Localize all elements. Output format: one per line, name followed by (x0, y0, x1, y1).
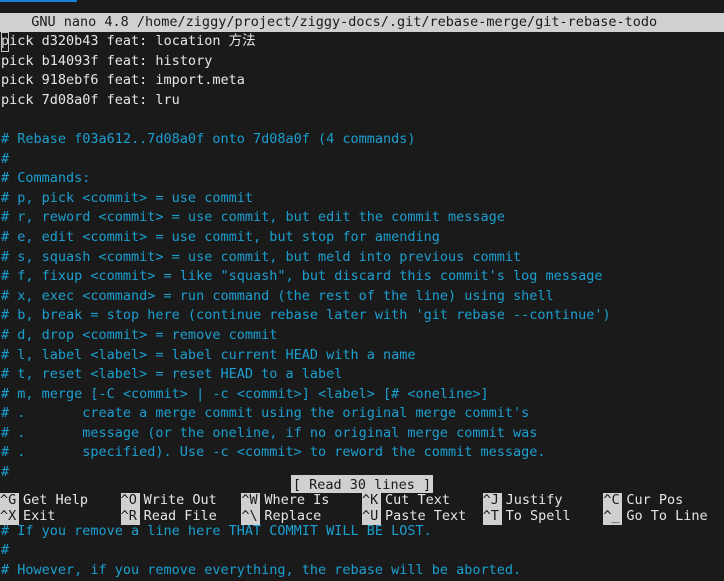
shortcut-write-out[interactable]: ^O Write Out (120, 493, 242, 509)
editor-line[interactable]: pick 7d08a0f feat: lru (0, 91, 724, 111)
editor-line[interactable]: # (0, 541, 724, 561)
editor-line[interactable]: # e, edit <commit> = use commit, but sto… (0, 228, 724, 248)
editor-line[interactable]: # However, if you remove everything, the… (0, 561, 724, 581)
shortcut-key: ^_ (603, 509, 623, 525)
nano-editor-window: GNU nano 4.8 /home/ziggy/project/ziggy-d… (0, 0, 724, 578)
editor-line[interactable]: # t, reset <label> = reset HEAD to a lab… (0, 365, 724, 385)
editor-line[interactable]: # b, break = stop here (continue rebase … (0, 306, 724, 326)
editor-line[interactable]: # s, squash <commit> = use commit, but m… (0, 248, 724, 268)
shortcut-key: ^C (603, 493, 623, 509)
shortcut-bar: ^G Get Help ^O Write Out ^W Where Is ^K Cut Tex… (0, 493, 724, 525)
editor-line[interactable]: # p, pick <commit> = use commit (0, 189, 724, 209)
shortcut-label: Where Is (264, 493, 330, 509)
shortcut-where-is[interactable]: ^W Where Is (241, 493, 362, 509)
shortcut-key: ^X (0, 509, 19, 525)
shortcut-replace[interactable]: ^\ Replace (241, 509, 362, 525)
shortcut-label: Justify (505, 493, 563, 509)
shortcut-label: Exit (23, 509, 56, 525)
shortcut-label: To Spell (505, 509, 571, 525)
editor-line[interactable]: pick d320b43 feat: location 方法 (0, 32, 724, 52)
shortcut-label: Cur Pos (626, 493, 684, 509)
shortcut-justify[interactable]: ^J Justify (482, 493, 604, 509)
shortcut-key: ^K (361, 493, 381, 509)
shortcut-key: ^R (120, 509, 140, 525)
shortcut-label: Paste Text (384, 509, 467, 525)
editor-line[interactable] (0, 110, 724, 130)
title-bar-text: GNU nano 4.8 /home/ziggy/project/ziggy-d… (15, 13, 658, 30)
editor-line[interactable]: pick 918ebf6 feat: import.meta (0, 71, 724, 91)
shortcut-key: ^G (0, 493, 19, 509)
shortcut-label: Cut Text (384, 493, 451, 509)
editor-line[interactable]: # . message (or the oneline, if no origi… (0, 424, 724, 444)
shortcut-label: Read File (143, 509, 217, 525)
editor-line[interactable]: # . create a merge commit using the orig… (0, 404, 724, 424)
editor-line[interactable]: # r, reword <commit> = use commit, but e… (0, 208, 724, 228)
editor-line[interactable]: # . specified). Use -c <commit> to rewor… (0, 443, 724, 463)
shortcut-key: ^O (120, 493, 140, 509)
editor-line[interactable]: # f, fixup <commit> = like "squash", but… (0, 267, 724, 287)
editor-line[interactable]: pick b14093f feat: history (0, 52, 724, 72)
editor-line[interactable]: # Commands: (0, 169, 724, 189)
editor-line[interactable]: # (0, 150, 724, 170)
shortcut-read-file[interactable]: ^R Read File (120, 509, 242, 525)
shortcut-get-help[interactable]: ^G Get Help (0, 493, 121, 509)
shortcut-key: ^U (361, 509, 381, 525)
shortcut-key: ^J (482, 493, 502, 509)
shortcut-exit[interactable]: ^X Exit (0, 509, 121, 525)
shortcut-cut-text[interactable]: ^K Cut Text (361, 493, 483, 509)
editor-line[interactable]: # x, exec <command> = run command (the r… (0, 287, 724, 307)
tab-strip (0, 0, 724, 12)
editor-line[interactable]: # Rebase f03a612..7d08a0f onto 7d08a0f (… (0, 130, 724, 150)
editor-line[interactable]: # l, label <label> = label current HEAD … (0, 346, 724, 366)
active-tab-indicator (0, 0, 77, 2)
shortcut-paste-text[interactable]: ^U Paste Text (361, 509, 483, 525)
shortcut-cur-pos[interactable]: ^C Cur Pos (603, 493, 724, 509)
shortcut-to-spell[interactable]: ^T To Spell (482, 509, 604, 525)
shortcut-label: Replace (264, 509, 322, 525)
text-cursor: p (1, 32, 10, 52)
shortcut-label: Write Out (143, 493, 217, 509)
shortcut-key: ^W (241, 493, 261, 509)
editor-line[interactable]: # m, merge [-C <commit> | -c <commit>] <… (0, 385, 724, 405)
shortcut-label: Go To Line (626, 509, 708, 525)
editor-text-area[interactable]: pick d320b43 feat: location 方法 pick b1409… (0, 32, 724, 578)
editor-line[interactable]: # d, drop <commit> = remove commit (0, 326, 724, 346)
shortcut-go-to-line[interactable]: ^_ Go To Line (603, 509, 724, 525)
title-bar: GNU nano 4.8 /home/ziggy/project/ziggy-d… (0, 13, 724, 32)
shortcut-key: ^T (482, 509, 502, 525)
shortcut-label: Get Help (23, 493, 89, 509)
shortcut-key: ^\ (241, 509, 261, 525)
